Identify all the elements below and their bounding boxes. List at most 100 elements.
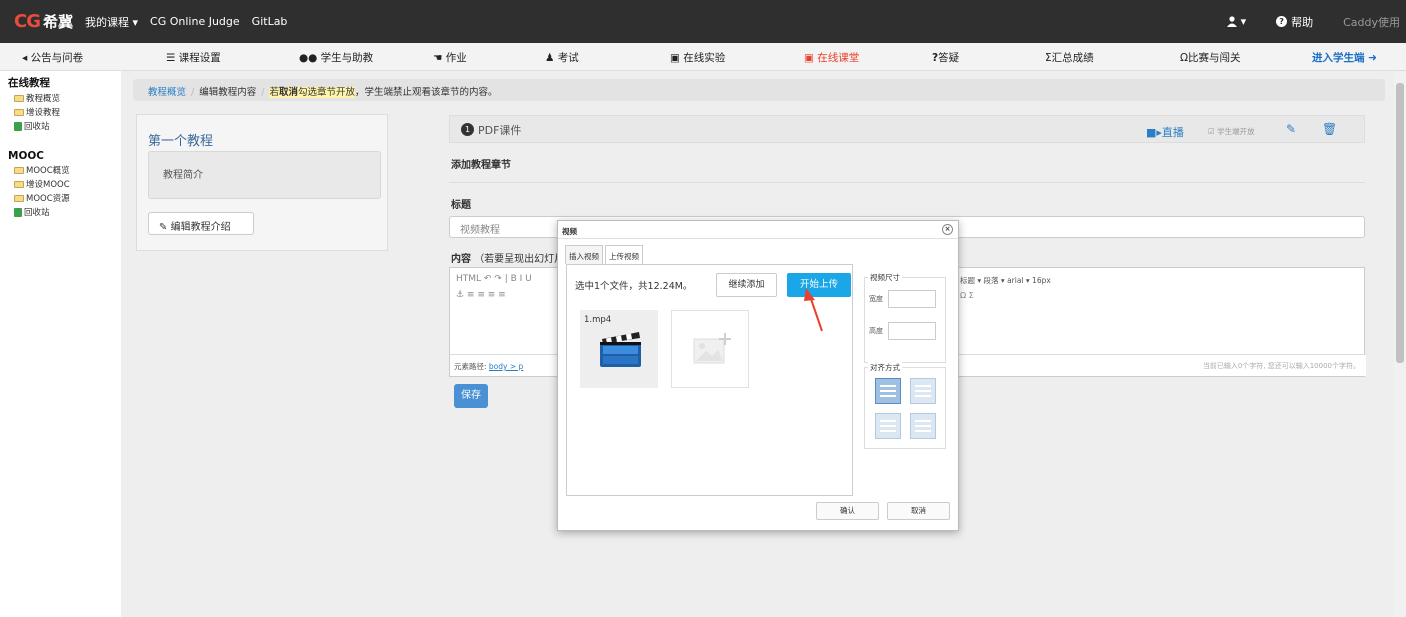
sidebar-item-add-tutorial[interactable]: 增设教程: [14, 106, 121, 118]
menu-online-class[interactable]: ▣ 在线课堂: [804, 50, 859, 65]
align-none-icon[interactable]: [875, 378, 901, 404]
video-clapper-icon: [600, 332, 641, 367]
align-right-icon[interactable]: [875, 413, 901, 439]
trophy-icon: Ω: [1180, 52, 1189, 64]
sidebar-section-tutorials: 在线教程: [8, 77, 50, 89]
add-chapter-heading: 添加教程章节: [451, 160, 511, 171]
folder-icon: [14, 194, 24, 202]
add-file-tile[interactable]: [671, 310, 749, 388]
sidebar-item-mooc-trash[interactable]: 回收站: [14, 206, 121, 218]
user-menu[interactable]: ▾: [1226, 15, 1247, 28]
menu-homework[interactable]: ☚ 作业: [433, 50, 467, 65]
chapter-header: 1 PDF课件 ■▸直播 ☑ 学生端开放 ✎ 🗑: [449, 115, 1365, 143]
sidebar-item-mooc-overview[interactable]: MOOC概览: [14, 164, 121, 176]
width-label: 宽度: [869, 295, 883, 303]
video-icon: ▣: [804, 52, 814, 64]
caret-down-icon: ▾: [1240, 15, 1247, 28]
editor-format-selects[interactable]: 标题 ▾ 段落 ▾ arial ▾ 16px: [960, 275, 1051, 286]
sidebar-item-tutorial-overview[interactable]: 教程概览: [14, 92, 121, 104]
edit-intro-button[interactable]: ✎ 编辑教程介绍: [148, 212, 254, 235]
close-icon[interactable]: ×: [942, 224, 953, 235]
upload-status: 选中1个文件，共12.24M。: [575, 281, 693, 292]
menu-qa[interactable]: ?答疑: [932, 50, 959, 65]
menu-grades[interactable]: Σ汇总成绩: [1045, 50, 1094, 65]
nav-online-judge[interactable]: CG Online Judge: [150, 15, 240, 28]
editor-toolbar-row1[interactable]: HTML ↶ ↷ | B I U: [456, 274, 532, 288]
dialog-title: 视频: [562, 227, 577, 236]
trash-icon: [14, 207, 22, 217]
align-left-icon[interactable]: [910, 378, 936, 404]
checkbox-icon: ☑: [1208, 127, 1215, 136]
tab-insert-video[interactable]: 插入视频: [565, 245, 603, 264]
video-dialog: 视频 × 插入视频 上传视频 选中1个文件，共12.24M。 继续添加 开始上传…: [557, 220, 959, 531]
menu-course-settings[interactable]: ☰ 课程设置: [166, 50, 221, 65]
video-camera-icon: ■▸: [1146, 126, 1162, 139]
file-thumbnail[interactable]: 1.mp4: [580, 310, 658, 388]
logo-name: 希冀: [42, 13, 73, 31]
sidebar-item-mooc-resources[interactable]: MOOC资源: [14, 192, 121, 204]
width-input[interactable]: [888, 290, 936, 308]
chapter-number: 1: [461, 123, 474, 136]
course-menu: ◂ 公告与问卷 ☰ 课程设置 ●● 学生与助教 ☚ 作业 ♟ 考试 ▣ 在线实验…: [0, 43, 1406, 71]
divider: [449, 182, 1365, 183]
breadcrumb-tail: ，学生端禁止观看该章节的内容。: [354, 87, 498, 98]
menu-student-mode[interactable]: 进入学生端 ➜: [1312, 50, 1377, 65]
menu-exams[interactable]: ♟ 考试: [545, 50, 579, 65]
editor-toolbar-row2[interactable]: ⚓ ≡ ≡ ≡ ≡: [456, 290, 506, 304]
align-legend: 对齐方式: [868, 362, 902, 373]
chapter-title: PDF课件: [478, 124, 522, 137]
page-scrollbar[interactable]: [1394, 71, 1406, 617]
dialog-header: 视频 ×: [558, 221, 958, 239]
alignment-group: 对齐方式: [864, 362, 946, 449]
breadcrumb-warning: 若取消勾选章节开放: [269, 87, 355, 98]
sigma-icon: Σ: [1045, 52, 1052, 64]
sidebar-item-add-mooc[interactable]: 增设MOOC: [14, 178, 121, 190]
bullhorn-icon: ◂: [22, 52, 28, 64]
user-name[interactable]: Caddy使用: [1343, 14, 1400, 30]
top-navbar: CG 希冀 我的课程 ▾ CG Online Judge GitLab ▾ ? …: [0, 0, 1406, 43]
nav-my-courses[interactable]: 我的课程 ▾: [85, 14, 138, 30]
cancel-button[interactable]: 取消: [887, 502, 950, 520]
tutorial-panel: 第一个教程 教程简介 ✎ 编辑教程介绍: [136, 114, 388, 251]
help-label: 帮助: [1291, 15, 1314, 29]
menu-online-lab[interactable]: ▣ 在线实验: [670, 50, 725, 65]
menu-contests[interactable]: Ω比赛与闯关: [1180, 50, 1241, 65]
logo[interactable]: CG 希冀: [14, 11, 73, 32]
start-upload-button[interactable]: 开始上传: [787, 273, 851, 297]
video-size-group: 视频尺寸 宽度 高度: [864, 272, 946, 363]
menu-students[interactable]: ●● 学生与助教: [299, 50, 373, 65]
hand-icon: ☚: [433, 52, 443, 64]
word-count: 当前已输入0个字符, 您还可以输入10000个字符。: [1202, 362, 1360, 370]
crumb-tutorial-overview[interactable]: 教程概览: [148, 87, 186, 98]
help-link[interactable]: ? 帮助: [1276, 14, 1313, 30]
sidebar-item-tutorial-trash[interactable]: 回收站: [14, 120, 121, 132]
logo-cg: CG: [14, 11, 41, 32]
trash-icon[interactable]: 🗑: [1322, 122, 1337, 136]
continue-add-button[interactable]: 继续添加: [716, 273, 777, 297]
ok-button[interactable]: 确认: [816, 502, 879, 520]
student-open-checkbox[interactable]: ☑ 学生端开放: [1208, 126, 1255, 137]
upload-panel: 选中1个文件，共12.24M。 继续添加 开始上传 1.mp4: [566, 264, 853, 496]
height-input[interactable]: [888, 322, 936, 340]
editor-toolbar-right-row2[interactable]: Ω Σ: [960, 291, 974, 300]
menu-announcements[interactable]: ◂ 公告与问卷: [22, 50, 83, 65]
live-button[interactable]: ■▸直播: [1146, 124, 1184, 140]
size-legend: 视频尺寸: [868, 272, 902, 283]
save-button[interactable]: 保存: [454, 384, 488, 408]
exam-icon: ♟: [545, 52, 555, 64]
scroll-thumb[interactable]: [1396, 83, 1404, 363]
breadcrumb: 教程概览 / 编辑教程内容 / 若取消勾选章节开放，学生端禁止观看该章节的内容。: [133, 79, 1385, 101]
folder-icon: [14, 180, 24, 188]
list-icon: ☰: [166, 52, 176, 64]
folder-icon: [14, 94, 24, 102]
sidebar-section-mooc: MOOC: [8, 150, 45, 162]
tutorial-title: 第一个教程: [148, 134, 214, 149]
align-center-icon[interactable]: [910, 413, 936, 439]
user-icon: [1226, 16, 1237, 27]
question-circle-icon: ?: [1276, 16, 1288, 27]
sidebar: 在线教程 教程概览 增设教程 回收站 MOOC MOOC概览 增设MOOC MO…: [0, 71, 121, 617]
nav-gitlab[interactable]: GitLab: [252, 15, 288, 28]
arrow-circle-right-icon: ➜: [1368, 52, 1377, 64]
edit-icon[interactable]: ✎: [1286, 122, 1296, 136]
tab-upload-video[interactable]: 上传视频: [605, 245, 643, 264]
